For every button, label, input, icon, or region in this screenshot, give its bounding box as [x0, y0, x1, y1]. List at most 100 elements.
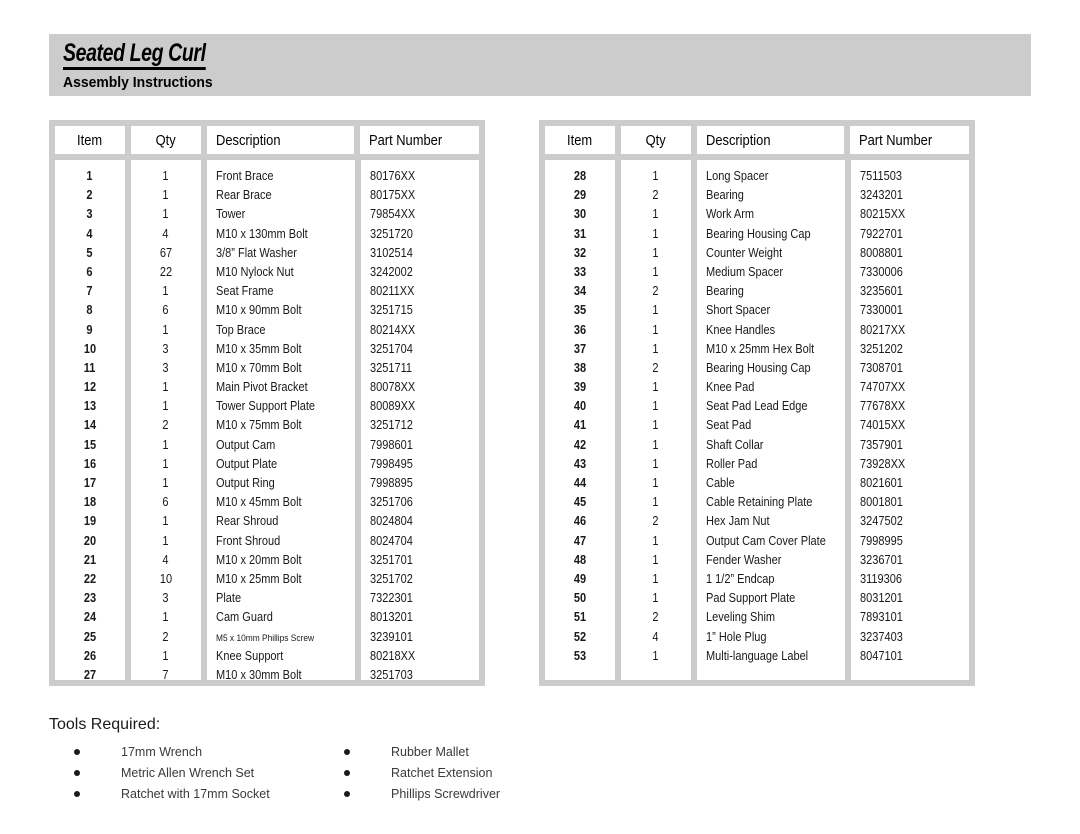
table-cell-qty: 67	[131, 244, 201, 263]
cell-text: 3251702	[369, 571, 413, 586]
table-cell-part: 80089XX	[361, 397, 480, 416]
table-cell-desc: Bearing	[697, 282, 845, 301]
cell-text: 22	[159, 264, 173, 279]
cell-text: 2	[652, 188, 659, 203]
cell-text: 3237403	[859, 629, 903, 644]
cell-text: Cable	[705, 476, 735, 490]
table-cell-desc: Top Brace	[207, 321, 355, 340]
table-cell-part: 3247502	[851, 512, 970, 531]
table-cell-part: 8008801	[851, 244, 970, 263]
table-cell-part: 80215XX	[851, 205, 970, 224]
table-cell-qty: 1	[621, 321, 691, 340]
table-cell-item: 30	[545, 205, 615, 224]
cell-text: 22	[83, 571, 97, 586]
table-cell-desc: Counter Weight	[697, 244, 845, 263]
cell-text: 49	[573, 571, 587, 586]
table-cell-item: 51	[545, 608, 615, 627]
table-cell-item: 47	[545, 532, 615, 551]
cell-text: Cable Retaining Plate	[705, 495, 813, 510]
table-cell-item: 27	[55, 666, 125, 680]
table-cell-part: 80217XX	[851, 321, 970, 340]
cell-text: 10	[159, 571, 173, 586]
table-cell-qty: 1	[621, 647, 691, 666]
table-cell-qty: 6	[131, 301, 201, 320]
table-cell-item: 35	[545, 301, 615, 320]
table-cell-desc: M10 x 130mm Bolt	[207, 225, 355, 244]
table-cell-item: 24	[55, 608, 125, 627]
cell-text: 3	[162, 591, 169, 606]
table-cell-desc: Multi-language Label	[697, 647, 845, 666]
table-cell-part: 7893101	[851, 608, 970, 627]
cell-text: 1	[652, 245, 659, 260]
cell-text: 38	[573, 360, 587, 375]
table-cell-qty: 7	[131, 666, 201, 680]
cell-text: 27	[83, 667, 97, 680]
cell-text: 50	[573, 591, 587, 606]
table-cell-qty: 1	[621, 244, 691, 263]
cell-text: 80218XX	[369, 648, 415, 663]
table-cell-desc: M10 x 75mm Bolt	[207, 416, 355, 435]
table-cell-qty: 1	[621, 378, 691, 397]
table-cell-qty: 4	[621, 628, 691, 647]
table-header-row-right: Item Qty Description Part Number	[545, 126, 969, 154]
table-cell-qty: 1	[621, 301, 691, 320]
cell-text: Bearing	[705, 188, 744, 203]
table-cell-item: 20	[55, 532, 125, 551]
cell-text: 13	[83, 399, 97, 414]
table-cell-part: 74015XX	[851, 416, 970, 435]
cell-text: 80078XX	[369, 380, 415, 395]
cell-text: 1	[652, 476, 659, 490]
cell-text: 3	[162, 360, 169, 375]
page-title: Seated Leg Curl	[63, 40, 206, 70]
cell-text: Front Shroud	[215, 533, 281, 548]
cell-text: 2	[652, 284, 659, 299]
table-cell-part: 79854XX	[361, 205, 480, 224]
cell-text: 80089XX	[369, 399, 415, 414]
cell-text: 1	[162, 476, 169, 490]
cell-text: 7511503	[859, 169, 902, 183]
cell-text: 1	[652, 303, 659, 318]
cell-text: M10 x 30mm Bolt	[215, 667, 302, 680]
table-cell-desc: Hex Jam Nut	[697, 512, 845, 531]
table-cell-part: 3251202	[851, 340, 970, 359]
table-cell-item: 1	[55, 167, 125, 186]
cell-text: 2	[162, 629, 169, 644]
table-cell-item: 33	[545, 263, 615, 282]
cell-text: 1	[652, 322, 659, 337]
cell-text: 79854XX	[369, 207, 415, 222]
cell-text: 7998995	[859, 533, 903, 548]
table-cell-item: 46	[545, 512, 615, 531]
table-cell-item: 19	[55, 512, 125, 531]
cell-text: 52	[573, 629, 587, 644]
cell-text: 3251704	[369, 341, 413, 356]
cell-text: 21	[83, 552, 97, 567]
tool-list-item: 17mm Wrench	[49, 741, 319, 762]
table-cell-item: 45	[545, 493, 615, 512]
cell-text: 3251711	[369, 360, 412, 375]
column-header-description: Description	[206, 126, 355, 154]
cell-text: Rear Shroud	[215, 514, 279, 529]
cell-text: 25	[83, 629, 97, 644]
cell-text: 1	[652, 533, 659, 548]
cell-text: 1	[162, 169, 169, 183]
header-banner: Seated Leg Curl Assembly Instructions	[49, 34, 1031, 96]
table-column-description: Front Brace Rear Brace Tower M10 x 130mm Bo…	[206, 160, 355, 680]
cell-text: 8024804	[369, 514, 413, 529]
cell-text: 1	[652, 552, 659, 567]
cell-text: Medium Spacer	[705, 264, 783, 279]
cell-text: 40	[573, 399, 587, 414]
table-cell-qty: 1	[131, 167, 201, 186]
cell-text: 18	[83, 495, 97, 510]
cell-text: 26	[83, 648, 97, 663]
cell-text: M10 x 70mm Bolt	[215, 360, 302, 375]
cell-text: 7893101	[859, 610, 903, 625]
table-cell-item: 42	[545, 436, 615, 455]
table-cell-desc: Main Pivot Bracket	[207, 378, 355, 397]
tool-label: Metric Allen Wrench Set	[121, 765, 255, 780]
page-subtitle: Assembly Instructions	[63, 74, 213, 91]
table-cell-item: 48	[545, 551, 615, 570]
cell-text: 8001801	[859, 495, 903, 510]
table-cell-desc: Plate	[207, 589, 355, 608]
table-cell-item: 28	[545, 167, 615, 186]
cell-text: 6	[162, 303, 169, 318]
